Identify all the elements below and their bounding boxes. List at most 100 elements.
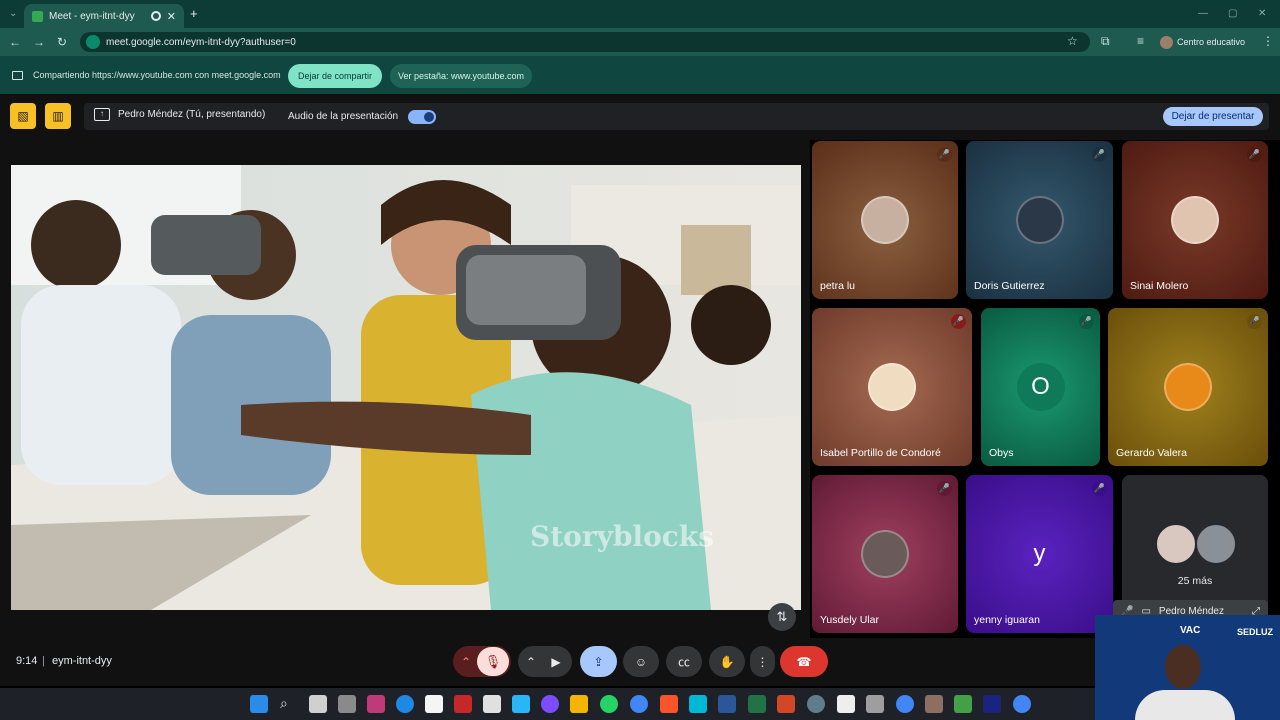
meet-favicon-icon <box>32 10 43 22</box>
hangup-icon[interactable]: ☎ <box>780 646 828 677</box>
participant-avatar <box>1155 523 1197 565</box>
presenter-body <box>1135 690 1235 720</box>
logo-text: VAC <box>1180 625 1201 636</box>
participant-name: Doris Gutierrez <box>974 280 1045 292</box>
camera-control[interactable]: ⌃ ▶ <box>518 646 572 677</box>
back-icon[interactable]: ← <box>9 35 21 49</box>
layout-icon[interactable]: ▥ <box>45 103 71 129</box>
brave-icon[interactable] <box>660 695 678 713</box>
participant-avatar <box>1171 196 1219 244</box>
profile-avatar <box>1160 35 1173 49</box>
presenter-camera-overlay: VAC SEDLUZ <box>1095 615 1280 720</box>
browser-tab[interactable]: Meet - eym-itnt-dyy ✕ <box>24 4 184 28</box>
participant-tile[interactable]: 🎤 Isabel Portillo de Condoré <box>812 308 972 466</box>
stop-sharing-button[interactable]: Dejar de compartir <box>288 64 382 88</box>
app-icon[interactable] <box>541 695 559 713</box>
present-icon[interactable]: ⇪ <box>580 646 617 677</box>
whatsapp-icon[interactable] <box>600 695 618 713</box>
mic-options-icon[interactable]: ⌃ <box>455 655 477 669</box>
hand-icon[interactable]: ✋ <box>709 646 745 677</box>
captions-icon[interactable]: ㏄ <box>666 646 702 677</box>
maximize-button[interactable]: ▢ <box>1228 8 1237 19</box>
more-icon[interactable]: ⋮ <box>750 646 775 677</box>
audition-icon[interactable] <box>983 695 1001 713</box>
present-screen-icon: ↑ <box>94 108 110 121</box>
url-field[interactable]: meet.google.com/eym-itnt-dyy?authuser=0 <box>80 32 1090 52</box>
tab-list-icon[interactable]: ⌄ <box>9 8 17 19</box>
participant-tile[interactable]: 🎤 Doris Gutierrez <box>966 141 1113 299</box>
participant-tile[interactable]: O 🎤 Obys <box>981 308 1100 466</box>
muted-mic-icon: 🎤 <box>1247 314 1262 329</box>
muted-mic-icon: 🎤 <box>1079 314 1094 329</box>
emoji-icon[interactable]: ☺ <box>623 646 659 677</box>
participant-name: yenny iguaran <box>974 614 1040 626</box>
extensions-icon[interactable]: ⧉ <box>1101 34 1110 49</box>
start-icon[interactable] <box>250 695 268 713</box>
reload-icon[interactable]: ↻ <box>57 35 67 49</box>
participant-name: Sinai Molero <box>1130 280 1189 292</box>
participant-name: Yusdely Ular <box>820 614 879 626</box>
participant-avatar <box>861 196 909 244</box>
participant-avatar <box>1015 196 1064 244</box>
task-view-icon[interactable] <box>309 695 327 713</box>
app-icon[interactable] <box>367 695 385 713</box>
word-icon[interactable] <box>718 695 736 713</box>
muted-mic-icon: 🎤 <box>937 481 952 496</box>
participant-tile[interactable]: 🎤 Gerardo Valera <box>1108 308 1268 466</box>
search-icon[interactable]: ⌕ <box>280 695 298 713</box>
app-icon[interactable] <box>512 695 530 713</box>
new-tab-button[interactable]: + <box>190 6 198 21</box>
chrome-icon[interactable] <box>630 695 648 713</box>
app-icon[interactable] <box>807 695 825 713</box>
bookmark-star-icon[interactable]: ☆ <box>1067 34 1078 48</box>
hide-panel-icon[interactable]: ▧ <box>10 103 36 129</box>
powerpoint-icon[interactable] <box>777 695 795 713</box>
url-text: meet.google.com/eym-itnt-dyy?authuser=0 <box>106 36 296 48</box>
recording-icon <box>150 11 161 21</box>
site-info-icon[interactable] <box>86 35 100 49</box>
app-icon[interactable] <box>454 695 472 713</box>
app-icon[interactable] <box>954 695 972 713</box>
app-icon[interactable] <box>925 695 943 713</box>
participant-name: Gerardo Valera <box>1116 447 1188 459</box>
sharing-text: Compartiendo https://www.youtube.com con… <box>33 70 281 80</box>
profile-chip[interactable]: Centro educativo <box>1160 34 1245 50</box>
meeting-code: eym-itnt-dyy <box>52 655 112 667</box>
calculator-icon[interactable] <box>338 695 356 713</box>
forward-icon[interactable]: → <box>33 35 45 49</box>
participant-initial: y <box>1033 540 1046 567</box>
participant-tile[interactable]: 🎤 Sinai Molero <box>1122 141 1268 299</box>
close-tab-icon[interactable]: ✕ <box>167 10 176 23</box>
mic-control[interactable]: ⌃ 🎙 <box>453 646 511 677</box>
profile-name: Centro educativo <box>1177 37 1246 47</box>
camera-icon[interactable]: ▶ <box>542 655 570 669</box>
edge-icon[interactable] <box>396 695 414 713</box>
video-watermark: Storyblocks <box>530 520 714 553</box>
swap-view-icon[interactable]: ⇅ <box>768 603 796 631</box>
excel-icon[interactable] <box>748 695 766 713</box>
chrome-icon[interactable] <box>1013 695 1031 713</box>
minimize-button[interactable]: — <box>1198 8 1208 19</box>
chrome-icon[interactable] <box>896 695 914 713</box>
tab-title: Meet - eym-itnt-dyy <box>49 10 135 22</box>
participant-tile[interactable]: y 🎤 yenny iguaran <box>966 475 1113 633</box>
browser-menu-icon[interactable]: ⋮ <box>1262 34 1274 48</box>
app-icon[interactable] <box>866 695 884 713</box>
presenter-info: ↑ Pedro Méndez (Tú, presentando) <box>94 108 265 121</box>
store-icon[interactable] <box>425 695 443 713</box>
app-icon[interactable] <box>689 695 707 713</box>
mic-off-icon[interactable]: 🎙 <box>477 647 509 676</box>
view-tab-button[interactable]: Ver pestaña: www.youtube.com <box>390 64 532 88</box>
stop-presenting-button[interactable]: Dejar de presentar <box>1163 107 1263 126</box>
presenter-name: Pedro Méndez (Tú, presentando) <box>118 109 266 120</box>
camera-options-icon[interactable]: ⌃ <box>520 655 542 669</box>
file-explorer-icon[interactable] <box>570 695 588 713</box>
logo-text: SEDLUZ <box>1237 627 1273 637</box>
presentation-audio-toggle[interactable] <box>408 110 436 124</box>
app-icon[interactable] <box>483 695 501 713</box>
app-icon[interactable] <box>837 695 855 713</box>
participant-tile[interactable]: 🎤 Yusdely Ular <box>812 475 958 633</box>
participant-tile[interactable]: 🎤 petra lu <box>812 141 958 299</box>
close-window-button[interactable]: ✕ <box>1258 8 1266 19</box>
media-control-icon[interactable]: ≡ <box>1137 34 1144 48</box>
